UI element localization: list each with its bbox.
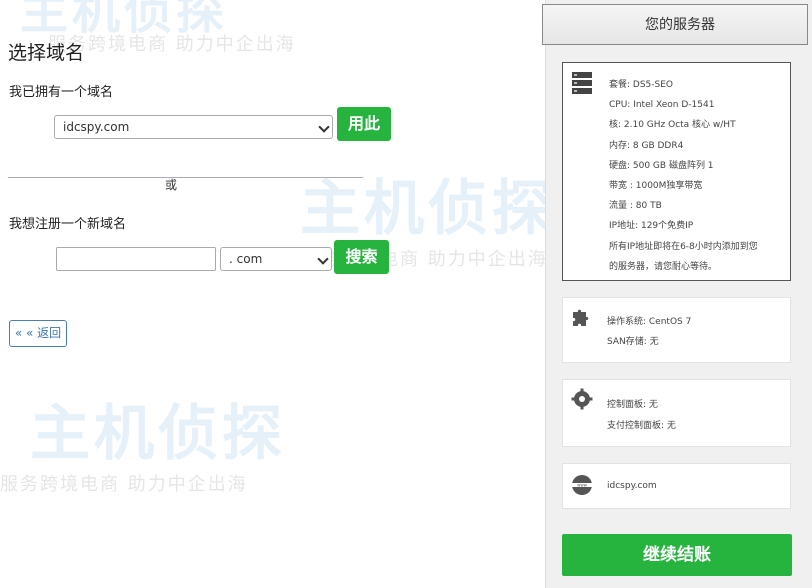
paid-control-panel-line: 支付控制面板: 无 xyxy=(607,421,676,431)
use-domain-button[interactable]: 用此 xyxy=(337,107,391,141)
tld-select[interactable]: . com xyxy=(220,247,332,271)
globe-icon: www xyxy=(571,474,593,500)
puzzle-icon xyxy=(571,306,593,332)
server-icon xyxy=(571,71,593,99)
chevron-down-icon xyxy=(317,253,329,265)
control-panel-card: 控制面板: 无 支付控制面板: 无 xyxy=(562,379,791,447)
register-domain-label: 我想注册一个新域名 xyxy=(9,217,127,232)
server-details-card: 套餐: DS5-SEO CPU: Intel Xeon D-1541 核: 2.… xyxy=(562,62,791,281)
continue-checkout-button[interactable]: 继续结账 xyxy=(562,534,792,576)
server-memory: 内存: 8 GB DDR4 xyxy=(609,140,684,151)
san-line: SAN存储: 无 xyxy=(607,337,659,347)
server-ip: IP地址: 129个免费IP xyxy=(609,221,694,232)
server-plan: 套餐: DS5-SEO xyxy=(609,80,673,90)
own-domain-label: 我已拥有一个域名 xyxy=(9,85,114,100)
os-line: 操作系统: CentOS 7 xyxy=(607,317,692,327)
page-title: 选择域名 xyxy=(8,42,85,64)
chevron-down-icon xyxy=(318,121,330,133)
divider xyxy=(8,177,363,178)
control-panel-line: 控制面板: 无 xyxy=(607,400,658,410)
sidebar-header: 您的服务器 xyxy=(542,4,808,45)
server-disk: 硬盘: 500 GB 磁盘阵列 1 xyxy=(609,160,714,171)
tld-value: . com xyxy=(229,252,263,266)
watermark-logo: 主机侦探 xyxy=(30,399,286,469)
owned-domain-select[interactable]: idcspy.com xyxy=(54,115,333,139)
server-cpu: CPU: Intel Xeon D-1541 xyxy=(609,100,715,111)
watermark-slogan: 服务跨境电商 助力中企出海 xyxy=(0,474,248,495)
server-cores: 核: 2.10 GHz Octa 核心 w/HT xyxy=(609,120,736,131)
server-note-2: 的服务器，请您耐心等待。 xyxy=(609,261,718,272)
svg-text:www: www xyxy=(577,483,588,488)
watermark-logo: 主机侦探 xyxy=(300,174,556,244)
server-bandwidth: 带宽 : 1000M独享带宽 xyxy=(609,181,703,192)
watermark-slogan: 服务跨境电商 助力中企出海 xyxy=(48,34,296,55)
or-label: 或 xyxy=(165,178,178,192)
gear-icon xyxy=(571,388,593,414)
owned-domain-value: idcspy.com xyxy=(63,120,130,134)
os-card: 操作系统: CentOS 7 SAN存储: 无 xyxy=(562,297,791,363)
domain-card: www idcspy.com xyxy=(562,463,791,509)
domain-line: idcspy.com xyxy=(607,481,657,491)
back-button[interactable]: « « 返回 xyxy=(9,320,67,347)
search-domain-button[interactable]: 搜索 xyxy=(334,240,389,274)
server-note: 所有IP地址即将在6-8小时内添加到您 xyxy=(609,241,758,252)
server-traffic: 流量 : 80 TB xyxy=(609,201,662,212)
watermark-logo: 主机侦探 xyxy=(20,0,229,40)
domain-search-input[interactable] xyxy=(56,247,216,271)
